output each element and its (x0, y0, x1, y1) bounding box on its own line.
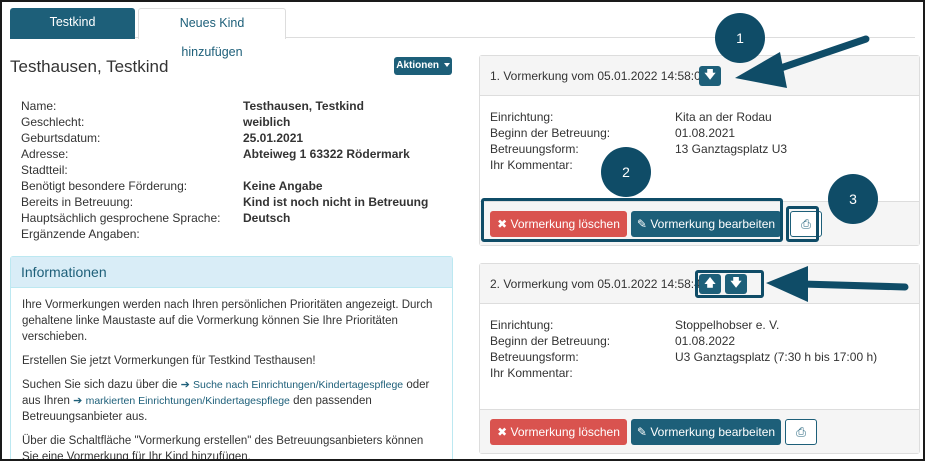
annotation-badge-1: 1 (715, 13, 765, 63)
reservation-title: 2. Vormerkung vom 05.01.2022 14:58:43 (490, 277, 708, 291)
field-value: U3 Ganztagsplatz (7:30 h bis 17:00 h) (675, 350, 878, 364)
field-label: Beginn der Betreuung: (490, 126, 611, 140)
highlight-box-print (786, 206, 819, 242)
detail-value: Abteiweg 1 63322 Rödermark (243, 147, 410, 161)
info-text: Erstellen Sie jetzt Vormerkungen für Tes… (22, 355, 316, 367)
detail-row: Geburtsdatum: 25.01.2021 (21, 130, 451, 146)
page-title: Testhausen, Testkind (10, 57, 169, 76)
detail-label: Geburtsdatum: (21, 131, 101, 145)
field-label: Betreuungsform: (490, 142, 579, 156)
reservation-title: 1. Vormerkung vom 05.01.2022 14:58:09 (490, 69, 708, 83)
printer-icon: ⎙ (796, 425, 806, 439)
tab-bar: Testkind Testhausen Neues Kind hinzufüge… (10, 8, 915, 59)
detail-value: Keine Angabe (243, 179, 323, 193)
field-value: Stoppelhobser e. V. (675, 318, 780, 332)
field-label: Einrichtung: (490, 110, 554, 124)
field-label: Beginn der Betreuung: (490, 334, 611, 348)
annotation-badge-2: 2 (601, 147, 651, 197)
detail-label: Benötigt besondere Förderung: (21, 179, 188, 193)
detail-row: Benötigt besondere Förderung: Keine Angab… (21, 178, 451, 194)
reservation-footer: ✖ Vormerkung löschen ✎ Vormerkung bearbe… (480, 409, 919, 453)
highlight-box-move (695, 270, 764, 298)
child-details: Name: Testhausen, Testkind Geschlecht: wei… (21, 98, 451, 242)
detail-row: Ergänzende Angaben: (21, 226, 451, 242)
pencil-icon: ✎ (636, 425, 647, 439)
field-value: 01.08.2022 (675, 334, 736, 348)
detail-value: Kind ist noch nicht in Betreuung (243, 195, 429, 209)
arrow-down-icon: 🡇 (704, 69, 716, 81)
detail-value: Deutsch (243, 211, 291, 225)
field-label: Ihr Kommentar: (490, 366, 573, 380)
marked-facilities-link[interactable]: markierten Einrichtungen/Kindertagespfle… (86, 395, 290, 407)
field-label: Ihr Kommentar: (490, 158, 573, 172)
info-text: Suchen Sie sich dazu über die ➔ Suche na… (22, 377, 441, 425)
search-facilities-link[interactable]: Suche nach Einrichtungen/Kindertagespfle… (193, 379, 403, 391)
detail-value: 25.01.2021 (243, 131, 304, 145)
detail-value: weiblich (243, 115, 291, 129)
tab-add-child[interactable]: Neues Kind hinzufügen (138, 8, 286, 59)
delete-reservation-button[interactable]: ✖ Vormerkung löschen (490, 419, 627, 445)
field-value: 01.08.2021 (675, 126, 736, 140)
info-panel-title: Informationen (11, 257, 452, 288)
field-value: 13 Ganztagsplatz U3 (675, 142, 788, 156)
detail-row: Bereits in Betreuung: Kind ist noch nicht… (21, 194, 451, 210)
tab-child[interactable]: Testkind Testhausen (10, 8, 135, 58)
info-text: Über die Schaltfläche "Vormerkung erstel… (22, 435, 424, 461)
detail-value: Testhausen, Testkind (243, 99, 364, 113)
caret-down-icon (443, 63, 450, 68)
detail-label: Stadtteil: (21, 163, 68, 177)
detail-label: Geschlecht: (21, 115, 85, 129)
screenshot-frame: Testkind Testhausen Neues Kind hinzufüge… (0, 0, 925, 461)
annotation-badge-3: 3 (828, 174, 878, 224)
move-down-button[interactable]: 🡇 (699, 66, 721, 86)
info-text: Ihre Vormerkungen werden nach Ihren pers… (22, 299, 433, 343)
info-text-part: Suchen Sie sich dazu über die (22, 379, 178, 391)
edit-label: Vormerkung bearbeiten (650, 425, 776, 439)
highlight-box-buttons (481, 198, 783, 242)
detail-label: Ergänzende Angaben: (21, 227, 140, 241)
actions-dropdown-button[interactable]: Aktionen (394, 57, 452, 75)
info-panel-body: Ihre Vormerkungen werden nach Ihren pers… (11, 288, 452, 461)
field-label: Einrichtung: (490, 318, 554, 332)
detail-label: Adresse: (21, 147, 69, 161)
detail-label: Hauptsächlich gesprochene Sprache: (21, 211, 221, 225)
print-button[interactable]: ⎙ (785, 419, 817, 445)
x-icon: ✖ (497, 425, 508, 439)
field-value: Kita an der Rodau (675, 110, 772, 124)
arrow-right-icon: ➔ (73, 395, 83, 407)
delete-label: Vormerkung löschen (510, 425, 620, 439)
detail-row: Stadtteil: (21, 162, 451, 178)
detail-row: Hauptsächlich gesprochene Sprache: Deutsc… (21, 210, 451, 226)
detail-row: Name: Testhausen, Testkind (21, 98, 451, 114)
reservation-header: 1. Vormerkung vom 05.01.2022 14:58:09 🡇 (480, 56, 919, 96)
edit-reservation-button[interactable]: ✎ Vormerkung bearbeiten (631, 419, 781, 445)
detail-row: Geschlecht: weiblich (21, 114, 451, 130)
reservation-body: Einrichtung: Stoppelhobser e. V. Beginn … (480, 304, 919, 408)
info-panel: Informationen Ihre Vormerkungen werden n… (10, 256, 453, 461)
actions-label: Aktionen (396, 60, 439, 71)
field-label: Betreuungsform: (490, 350, 579, 364)
detail-label: Name: (21, 99, 57, 113)
detail-label: Bereits in Betreuung: (21, 195, 134, 209)
arrow-right-icon: ➔ (180, 379, 190, 391)
detail-row: Adresse: Abteiweg 1 63322 Rödermark (21, 146, 451, 162)
